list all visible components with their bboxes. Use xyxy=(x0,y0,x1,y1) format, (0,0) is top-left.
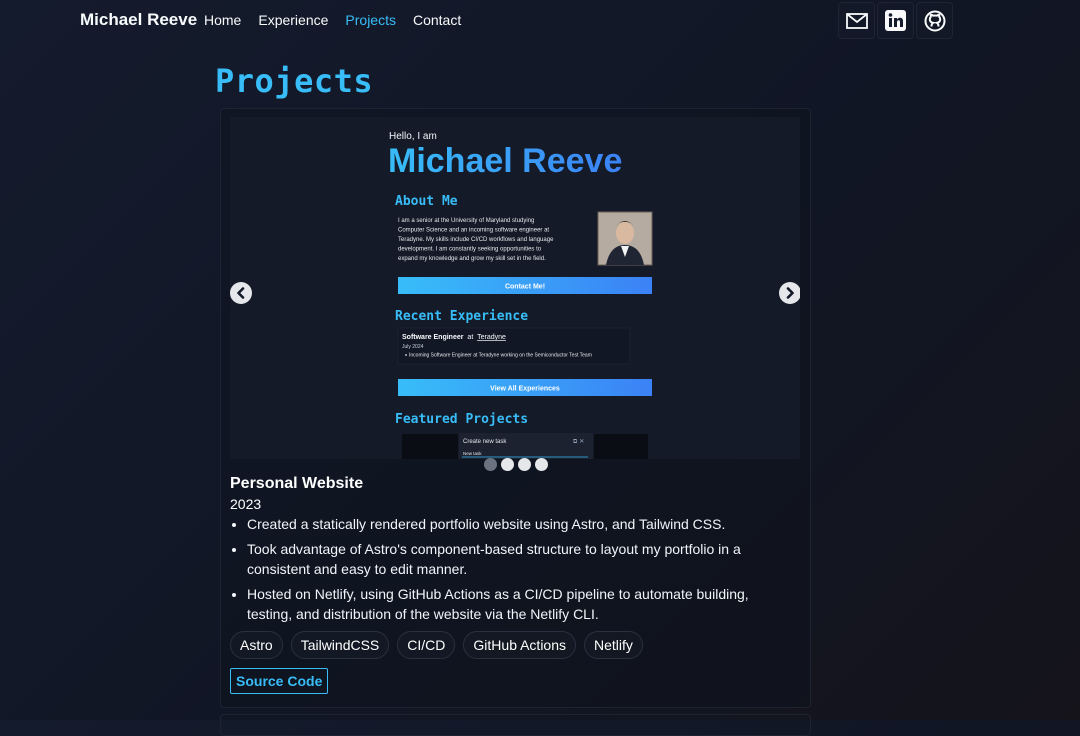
project-bullet-3: Hosted on Netlify, using GitHub Actions … xyxy=(247,584,787,624)
svg-text:Software Engineer at: Software Engineer at Teradyne xyxy=(402,334,506,341)
social-links xyxy=(838,2,953,39)
slide-featured-heading: Featured Projects xyxy=(395,412,528,427)
project-name: Personal Website xyxy=(230,475,364,492)
tag-github-actions: GitHub Actions xyxy=(463,631,577,659)
chevron-right-icon xyxy=(786,287,794,299)
page-title: Projects xyxy=(215,62,374,100)
tag-astro: Astro xyxy=(230,631,283,659)
slide-experience-heading: Recent Experience xyxy=(395,309,528,324)
github-icon xyxy=(924,10,945,31)
nav-home[interactable]: Home xyxy=(204,12,241,28)
nav-contact[interactable]: Contact xyxy=(413,12,461,28)
tech-tags: Astro TailwindCSS CI/CD GitHub Actions N… xyxy=(230,631,643,659)
slide-task-title: Create new task xyxy=(463,439,507,445)
slide-about-line-2: Computer Science and an incoming softwar… xyxy=(398,228,549,234)
email-button[interactable] xyxy=(838,2,875,39)
project-bullet-2: Took advantage of Astro's component-base… xyxy=(247,539,787,579)
project-card: Hello, I am Michael Reeve About Me I am … xyxy=(220,108,811,708)
project-bullets: Created a statically rendered portfolio … xyxy=(230,514,787,629)
slide-contact-label: Contact Me! xyxy=(505,284,545,291)
project-year: 2023 xyxy=(230,496,262,512)
nav-links: Home Experience Projects Contact xyxy=(204,12,461,28)
slide-name: Michael Reeve xyxy=(388,142,622,180)
nav-experience[interactable]: Experience xyxy=(258,12,328,28)
slide-exp-role: Software Engineer xyxy=(402,334,464,341)
project-carousel[interactable]: Hello, I am Michael Reeve About Me I am … xyxy=(230,117,800,459)
slide-about-line-3: Teradyne. My skills include CI/CD workfl… xyxy=(398,237,554,243)
tag-tailwindcss: TailwindCSS xyxy=(290,631,390,659)
slide-about-line-1: I am a senior at the University of Maryl… xyxy=(398,218,534,224)
mail-icon xyxy=(845,12,868,29)
slide-about-heading: About Me xyxy=(395,194,458,209)
slide-about-line-4: development. I am constantly seeking opp… xyxy=(398,247,542,253)
slide-view-all-label: View All Experiences xyxy=(490,386,560,393)
slide-exp-company: Teradyne xyxy=(477,334,506,341)
chevron-left-icon xyxy=(237,287,245,299)
portrait-photo xyxy=(597,211,653,266)
linkedin-button[interactable] xyxy=(877,2,914,39)
svg-text:⧉ ✕: ⧉ ✕ xyxy=(573,438,584,445)
carousel-dot-1[interactable] xyxy=(484,458,497,471)
tag-netlify: Netlify xyxy=(584,631,643,659)
github-button[interactable] xyxy=(916,2,953,39)
carousel-prev-button[interactable] xyxy=(230,282,252,304)
project-bullet-1: Created a statically rendered portfolio … xyxy=(247,514,787,534)
carousel-dot-4[interactable] xyxy=(535,458,548,471)
carousel-dot-3[interactable] xyxy=(518,458,531,471)
slide-exp-bullet: Incoming Software Engineer at Teradyne w… xyxy=(409,353,592,359)
carousel-dot-2[interactable] xyxy=(501,458,514,471)
nav-projects[interactable]: Projects xyxy=(345,12,396,28)
carousel-slide-screenshot: Hello, I am Michael Reeve About Me I am … xyxy=(230,117,800,459)
brand-name[interactable]: Michael Reeve xyxy=(80,10,197,30)
slide-task-input: New task xyxy=(463,451,482,456)
slide-greeting: Hello, I am xyxy=(389,131,437,142)
top-navbar: Michael Reeve Home Experience Projects C… xyxy=(0,0,1080,42)
next-project-card xyxy=(220,714,811,736)
slide-about-line-5: expand my knowledge and grow my skill se… xyxy=(398,256,546,262)
carousel-next-button[interactable] xyxy=(779,282,800,304)
slide-exp-date: July 2024 xyxy=(402,344,424,350)
tag-cicd: CI/CD xyxy=(397,631,456,659)
linkedin-icon xyxy=(885,10,906,31)
slide-exp-at: at xyxy=(467,334,473,341)
carousel-indicators xyxy=(484,458,548,471)
source-code-button[interactable]: Source Code xyxy=(230,668,329,694)
